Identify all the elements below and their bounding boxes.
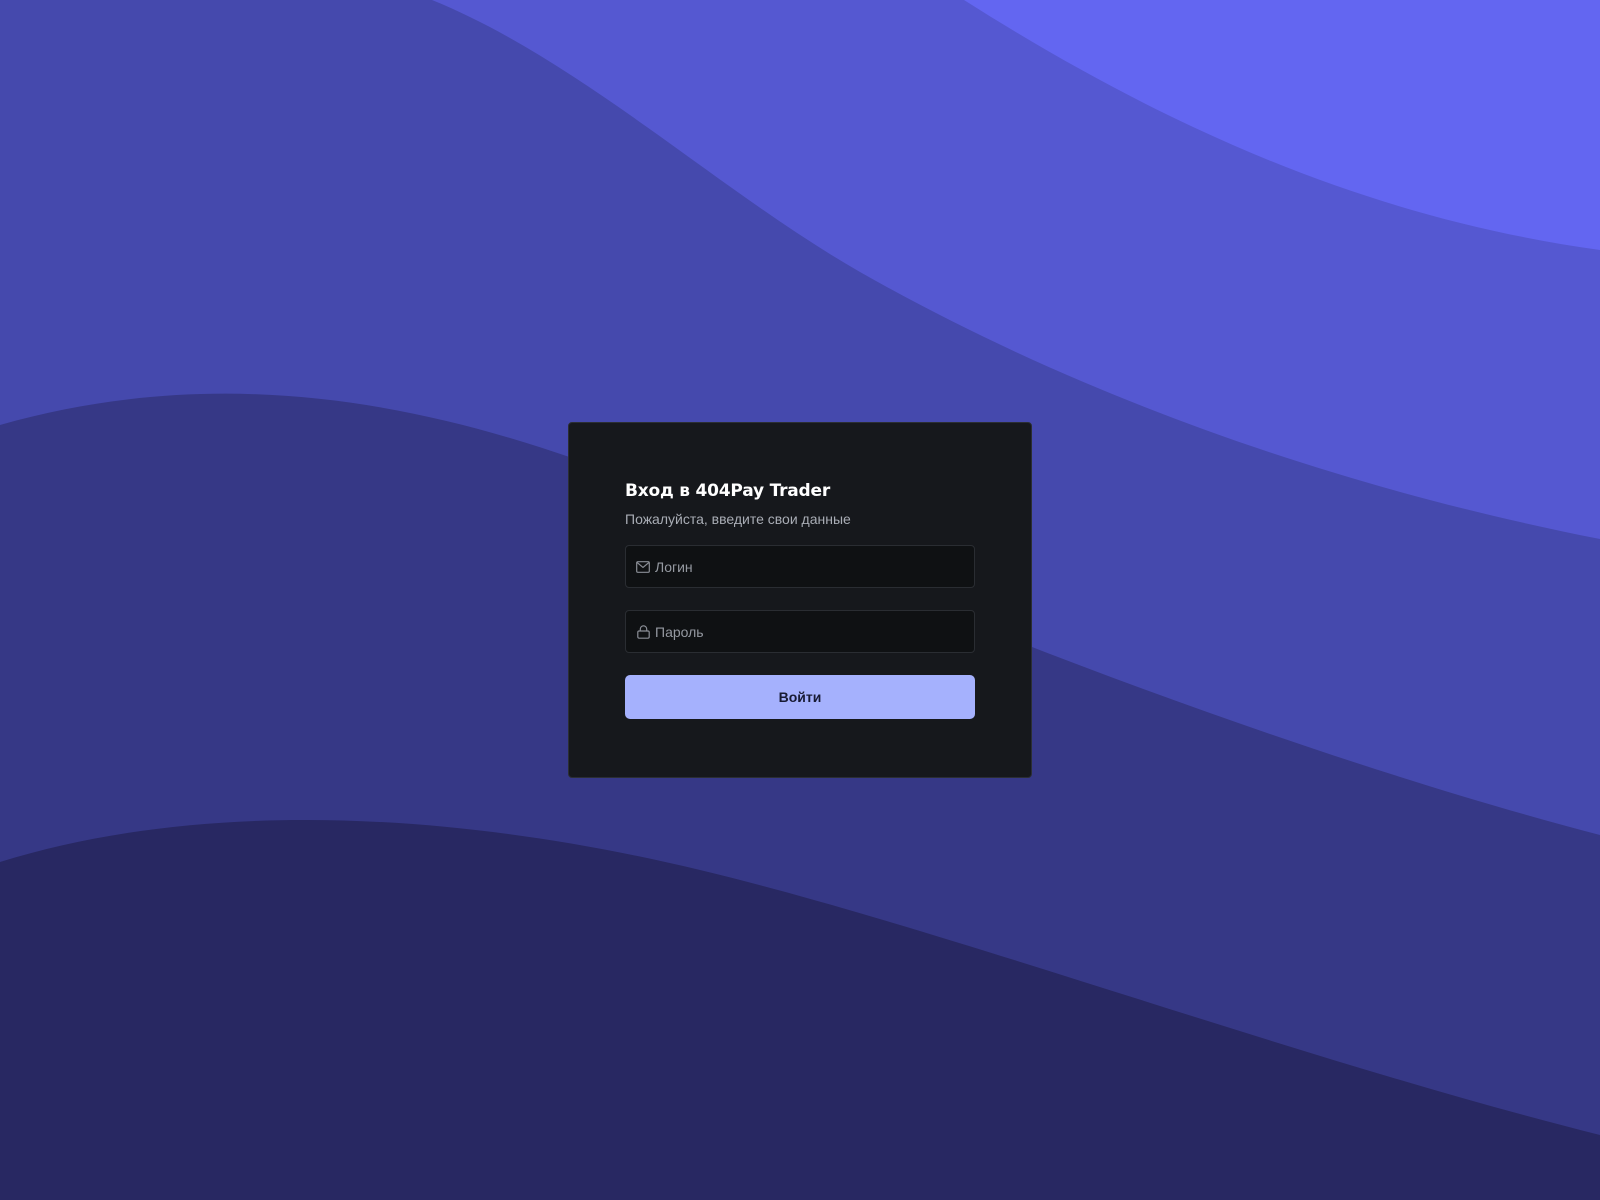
login-subtitle: Пожалуйста, введите свои данные xyxy=(625,511,851,527)
login-card: Вход в 404Pay Trader Пожалуйста, введите… xyxy=(568,422,1032,778)
login-button[interactable]: Войти xyxy=(625,675,975,719)
mail-icon xyxy=(636,560,650,574)
login-field[interactable] xyxy=(625,545,975,588)
password-field[interactable] xyxy=(625,610,975,653)
lock-icon xyxy=(636,624,650,639)
login-input[interactable] xyxy=(655,546,974,587)
password-input[interactable] xyxy=(655,611,974,652)
login-title: Вход в 404Pay Trader xyxy=(625,481,831,501)
